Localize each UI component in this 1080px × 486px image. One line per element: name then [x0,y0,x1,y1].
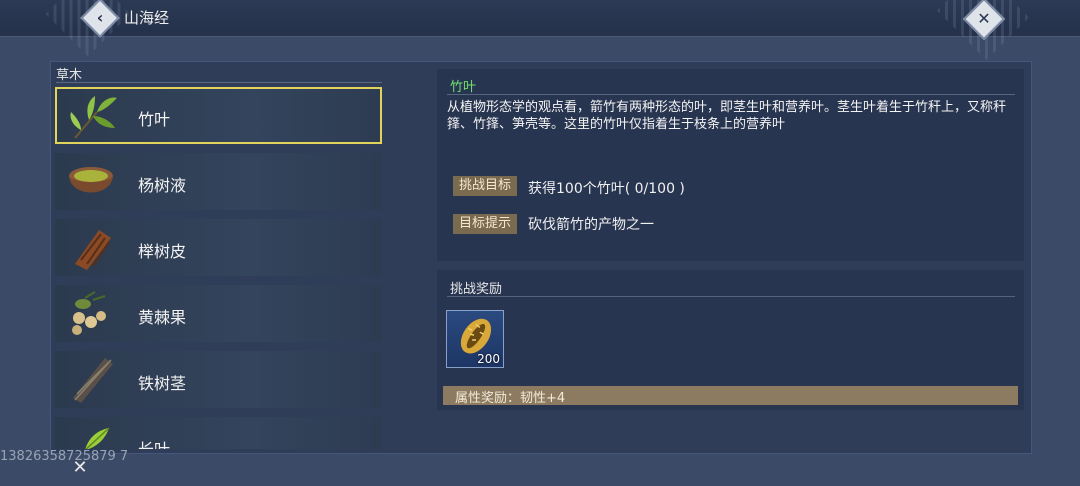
list-item-long-leaf[interactable]: 长叶 [55,417,382,449]
list-item-poplar-sap[interactable]: 杨树液 [55,153,382,210]
item-label: 竹叶 [138,110,171,129]
challenge-goal-tag: 挑战目标 [453,176,517,196]
category-header: 草木 [56,64,382,83]
list-item-bamboo-leaf[interactable]: 竹叶 [55,87,382,144]
stem-icon [73,358,113,403]
divider [447,94,1015,95]
reward-item-slot[interactable]: 200 [446,310,504,368]
item-label: 黄棘果 [138,308,187,327]
goal-hint-tag: 目标提示 [453,214,517,234]
item-name: 竹叶 [450,80,477,95]
list-clip: 长叶 [55,417,382,449]
item-label: 榉树皮 [138,242,187,261]
list-item-cycad-stem[interactable]: 铁树茎 [55,351,382,408]
reward-title: 挑战奖励 [450,282,503,297]
reward-count: 200 [477,352,500,366]
goal-hint-text: 砍伐箭竹的产物之一 [528,217,654,233]
detail-panel [437,69,1024,261]
close-icon[interactable]: ✕ [70,458,90,478]
list-item-beech-bark[interactable]: 榉树皮 [55,219,382,276]
item-description: 从植物形态学的观点看，箭竹有两种形态的叶，即茎生叶和营养叶。茎生叶着生于竹秆上，… [447,100,1007,132]
attribute-reward-text: 属性奖励：韧性+4 [455,391,566,406]
fruit-icon [72,291,106,335]
bamboo-leaf-icon [70,96,117,139]
list-item-yellow-thorn-fruit[interactable]: 黄棘果 [55,285,382,342]
top-bar: ‹ 山海经 ✕ [0,0,1080,60]
leaf-icon [85,427,110,449]
bowl-icon [69,167,113,193]
challenge-goal-text: 获得100个竹叶( 0/100 ) [528,181,685,197]
close-icon: ✕ [977,9,991,28]
attribute-reward-bar: 属性奖励：韧性+4 [443,386,1018,406]
item-label: 长叶 [138,436,170,449]
item-label: 铁树茎 [138,374,187,393]
divider [447,296,1015,297]
item-label: 杨树液 [138,176,187,195]
bark-icon [75,230,111,270]
back-arrow-icon: ‹ [96,8,104,27]
watermark-id: 13826358725879 7 [0,449,129,464]
window-title: 山海经 [124,9,170,27]
